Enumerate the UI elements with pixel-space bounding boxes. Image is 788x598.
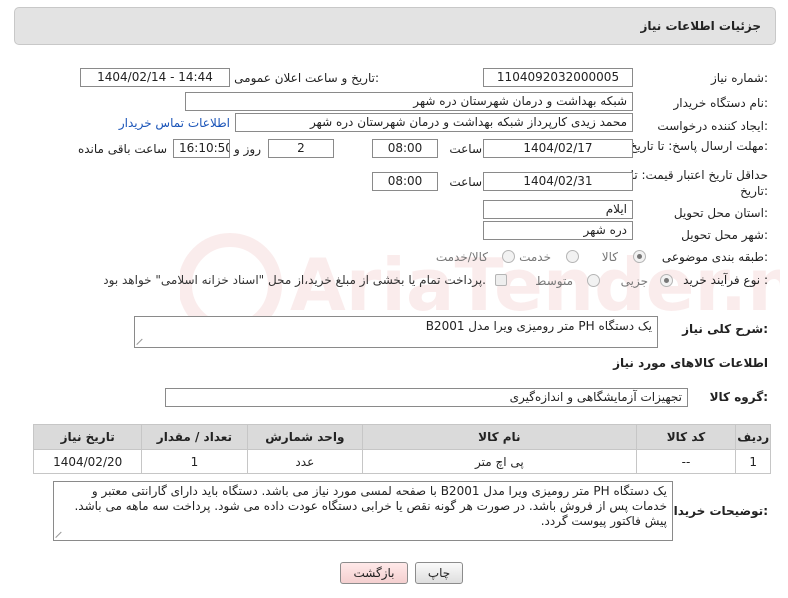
print-button[interactable]: چاپ xyxy=(415,562,463,584)
days-field: 2 xyxy=(268,139,334,158)
items-table: ردیف کد کالا نام کالا واحد شمارش تعداد /… xyxy=(32,424,771,474)
cell-unit: عدد xyxy=(246,449,364,474)
purchase-radio-medium[interactable] xyxy=(587,274,600,287)
announce-label: تاریخ و ساعت اعلان عمومی: xyxy=(234,71,379,85)
table-header-row: ردیف کد کالا نام کالا واحد شمارش تعداد /… xyxy=(32,424,771,450)
buyer-notes-textarea: یک دستگاه PH متر رومیزی ویرا مدل B2001 ب… xyxy=(53,481,673,541)
city-label: شهر محل تحویل: xyxy=(681,228,768,242)
remaining-time-field: 16:10:50 xyxy=(173,139,230,158)
reply-deadline-label: مهلت ارسال پاسخ: تا تاریخ: xyxy=(629,139,768,153)
cell-row-number: 1 xyxy=(735,449,771,474)
validity-label: حداقل تاریخ اعتبار قیمت: تا تاریخ: xyxy=(630,168,768,198)
resize-handle-icon[interactable] xyxy=(56,530,64,538)
buyer-org-label: نام دستگاه خریدار: xyxy=(673,96,769,110)
province-label: استان محل تحویل: xyxy=(673,206,768,220)
reply-date-field: 1404/02/17 xyxy=(483,139,633,158)
buyer-org-field: شبکه بهداشت و درمان شهرستان دره شهر xyxy=(185,92,633,111)
cell-need-date: 1404/02/20 xyxy=(32,449,143,474)
goods-group-label: گروه کالا: xyxy=(709,390,768,404)
treasury-payment-note: پرداخت تمام یا بخشی از مبلغ خرید،از محل … xyxy=(103,273,486,287)
table-row: 1 -- پی اچ متر عدد 1 1404/02/20 xyxy=(32,449,771,474)
category-option-goods: کالا xyxy=(601,250,618,264)
buyer-contact-link[interactable]: اطلاعات تماس خریدار xyxy=(119,116,230,130)
reply-time-label: ساعت xyxy=(449,142,482,156)
description-label: شرح کلی نیاز: xyxy=(682,322,768,336)
creator-field: محمد زیدی کارپرداز شبکه بهداشت و درمان ش… xyxy=(235,113,633,132)
validity-time-label: ساعت xyxy=(449,175,482,189)
need-number-field: 1104092032000005 xyxy=(483,68,633,87)
reply-time-field: 08:00 xyxy=(372,139,438,158)
category-radio-service[interactable] xyxy=(566,250,579,263)
announce-datetime-field: 1404/02/14 - 14:44 xyxy=(80,68,230,87)
panel-title: جزئیات اطلاعات نیاز xyxy=(640,19,761,33)
category-label: طبقه بندی موضوعی: xyxy=(661,250,768,264)
col-header-row-number: ردیف xyxy=(735,424,771,450)
description-textarea: یک دستگاه PH متر رومیزی ویرا مدل B2001 xyxy=(134,316,658,348)
col-header-goods-name: نام کالا xyxy=(362,424,637,450)
col-header-quantity: تعداد / مقدار xyxy=(141,424,248,450)
validity-time-field: 08:00 xyxy=(372,172,438,191)
category-option-goods-service: کالا/خدمت xyxy=(435,250,488,264)
col-header-need-date: تاریخ نیاز xyxy=(32,424,143,450)
province-field: ایلام xyxy=(483,200,633,219)
description-text: یک دستگاه PH متر رومیزی ویرا مدل B2001 xyxy=(425,319,652,333)
city-field: دره شهر xyxy=(483,221,633,240)
cell-goods-name: پی اچ متر xyxy=(362,449,637,474)
remaining-time-label: ساعت باقی مانده xyxy=(77,142,167,156)
header-panel: جزئیات اطلاعات نیاز xyxy=(14,7,776,45)
purchase-radio-minor[interactable] xyxy=(660,274,673,287)
treasury-payment-checkbox[interactable] xyxy=(495,274,507,286)
buyer-notes-label: توضیحات خریدار: xyxy=(666,504,768,518)
creator-label: ایجاد کننده درخواست: xyxy=(657,119,768,133)
category-option-service: خدمت xyxy=(519,250,551,264)
goods-group-field: تجهیزات آزمایشگاهی و اندازه‌گیری xyxy=(165,388,688,407)
col-header-unit: واحد شمارش xyxy=(246,424,364,450)
validity-date-field: 1404/02/31 xyxy=(483,172,633,191)
purchase-option-minor: جزیی xyxy=(620,274,648,288)
cell-goods-code: -- xyxy=(635,449,737,474)
cell-quantity: 1 xyxy=(141,449,248,474)
buyer-notes-text: یک دستگاه PH متر رومیزی ویرا مدل B2001 ب… xyxy=(74,484,667,528)
purchase-option-medium: متوسط xyxy=(535,274,573,288)
col-header-goods-code: کد کالا xyxy=(635,424,737,450)
category-radio-goods[interactable] xyxy=(633,250,646,263)
back-button[interactable]: بازگشت xyxy=(340,562,408,584)
purchase-type-label: نوع فرآیند خرید : xyxy=(683,273,768,287)
category-radio-goods-service[interactable] xyxy=(502,250,515,263)
goods-info-heading: اطلاعات کالاهای مورد نیاز xyxy=(613,356,768,370)
need-number-label: شماره نیاز: xyxy=(710,71,768,85)
resize-handle-icon[interactable] xyxy=(137,337,145,345)
days-label: روز و xyxy=(234,142,261,156)
